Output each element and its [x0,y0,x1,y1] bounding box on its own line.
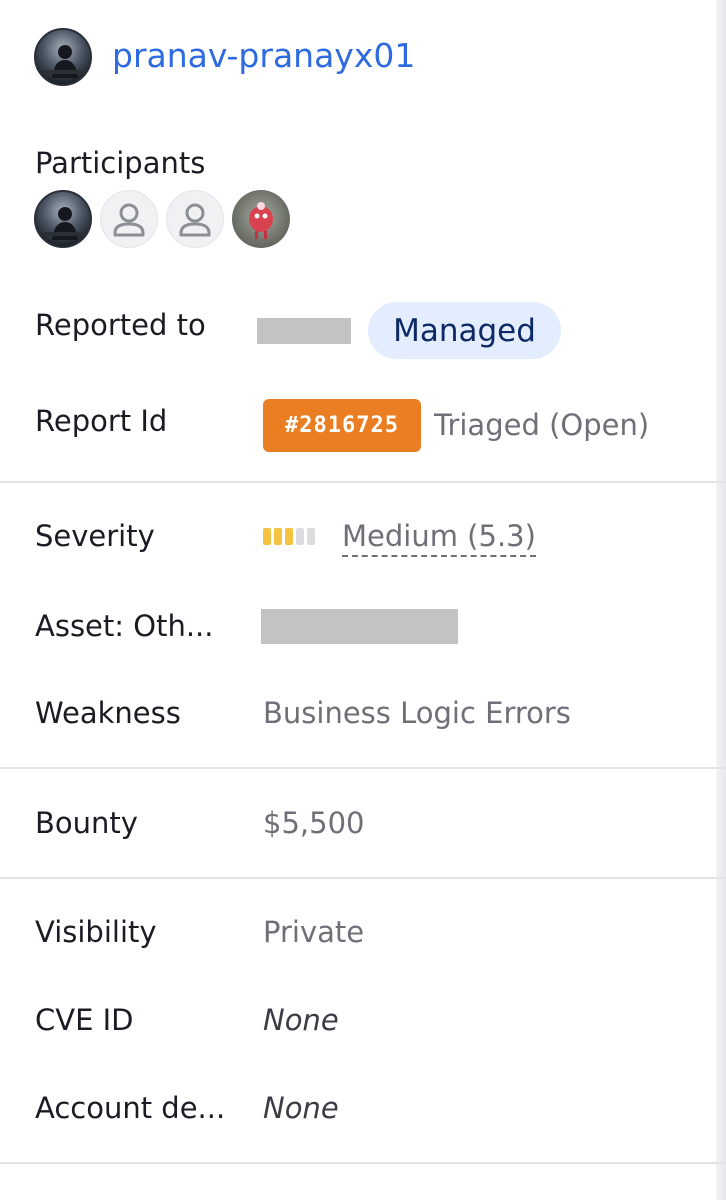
account-details-value: None [263,1091,339,1125]
user-photo-avatar-icon [42,45,88,78]
severity-meter [263,528,323,546]
severity-value-link[interactable]: Medium (5.3) [342,519,536,557]
scroll-edge [716,0,726,1200]
account-details-label: Account de... [35,1091,226,1125]
managed-badge: Managed [368,302,561,359]
report-id-label: Report Id [35,404,168,438]
participant-avatar[interactable] [100,190,158,248]
person-placeholder-icon [113,203,145,237]
severity-label: Severity [35,519,155,553]
divider [0,481,726,483]
participant-avatar[interactable] [232,190,290,248]
reported-to-label: Reported to [35,308,206,342]
reporter-username-link[interactable]: pranav-pranayx01 [112,36,415,75]
visibility-value: Private [263,915,365,949]
weakness-label: Weakness [35,696,181,730]
severity-value: Medium (5.3) [342,519,536,557]
severity-meter-bar [285,528,293,545]
severity-meter-bar [307,528,315,545]
severity-meter-bar [263,528,271,545]
divider [0,767,726,769]
visibility-label: Visibility [35,915,157,949]
cve-id-label: CVE ID [35,1003,134,1037]
redacted-asset [261,609,458,644]
participant-avatar[interactable] [34,190,92,248]
redacted-program-name [257,318,351,344]
divider [0,877,726,879]
severity-meter-bar [274,528,282,545]
bounty-label: Bounty [35,806,138,840]
cve-id-value: None [263,1003,339,1037]
mascot-avatar-icon [249,202,273,239]
weakness-value: Business Logic Errors [263,696,571,730]
divider [0,1162,726,1164]
participant-avatar[interactable] [166,190,224,248]
report-status: Triaged (Open) [434,408,650,442]
asset-label: Asset: Oth... [35,609,214,643]
user-photo-avatar-icon [42,207,88,240]
severity-meter-bar [296,528,304,545]
report-id-badge[interactable]: #2816725 [263,399,421,452]
person-placeholder-icon [179,203,211,237]
participants-label: Participants [35,146,206,180]
bounty-value: $5,500 [263,806,365,840]
reporter-avatar[interactable] [34,28,92,86]
